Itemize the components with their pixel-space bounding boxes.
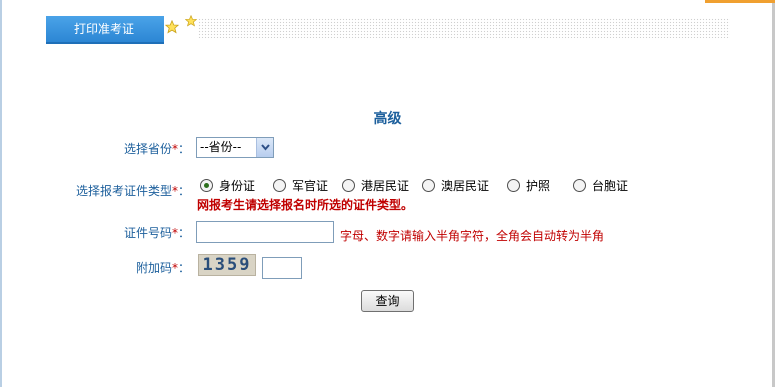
captcha-image[interactable]: 1359 [198,254,256,276]
radio-button[interactable] [507,179,520,192]
tab-print-admission-ticket[interactable]: 打印准考证 [46,16,164,42]
radio-taiwan-compatriot[interactable]: 台胞证 [573,177,628,194]
radio-id-card[interactable]: 身份证 [200,177,255,194]
captcha-input[interactable] [262,257,302,279]
top-accent-bar [705,0,775,3]
radio-button[interactable] [573,179,586,192]
id-number-label: 证件号码*： [123,226,190,240]
star-icon [185,15,197,27]
dotted-header-band [198,18,730,38]
left-border [0,0,2,387]
radio-passport[interactable]: 护照 [507,177,550,194]
radio-button[interactable] [422,179,435,192]
radio-officer-card[interactable]: 军官证 [273,177,328,194]
star-icon [165,20,179,34]
radio-hk-resident[interactable]: 港居民证 [342,177,409,194]
radio-button-checked[interactable] [200,179,213,192]
dropdown-button[interactable] [256,138,273,157]
province-label: 选择省份*： [123,142,190,156]
radio-button[interactable] [273,179,286,192]
page-title: 高级 [373,111,402,127]
province-select[interactable]: --省份-- [196,137,274,158]
id-number-hint: 字母、数字请输入半角字符，全角会自动转为半角 [340,229,605,243]
radio-button[interactable] [342,179,355,192]
chevron-down-icon [261,144,270,151]
province-selected-value: --省份-- [200,140,242,154]
radio-macau-resident[interactable]: 澳居民证 [422,177,489,194]
id-number-input[interactable] [196,221,334,243]
id-type-label: 选择报考证件类型*： [75,184,190,198]
captcha-label: 附加码*： [135,261,190,275]
query-button[interactable]: 查询 [361,290,414,312]
id-type-warning: 网报考生请选择报名时所选的证件类型。 [197,198,414,212]
